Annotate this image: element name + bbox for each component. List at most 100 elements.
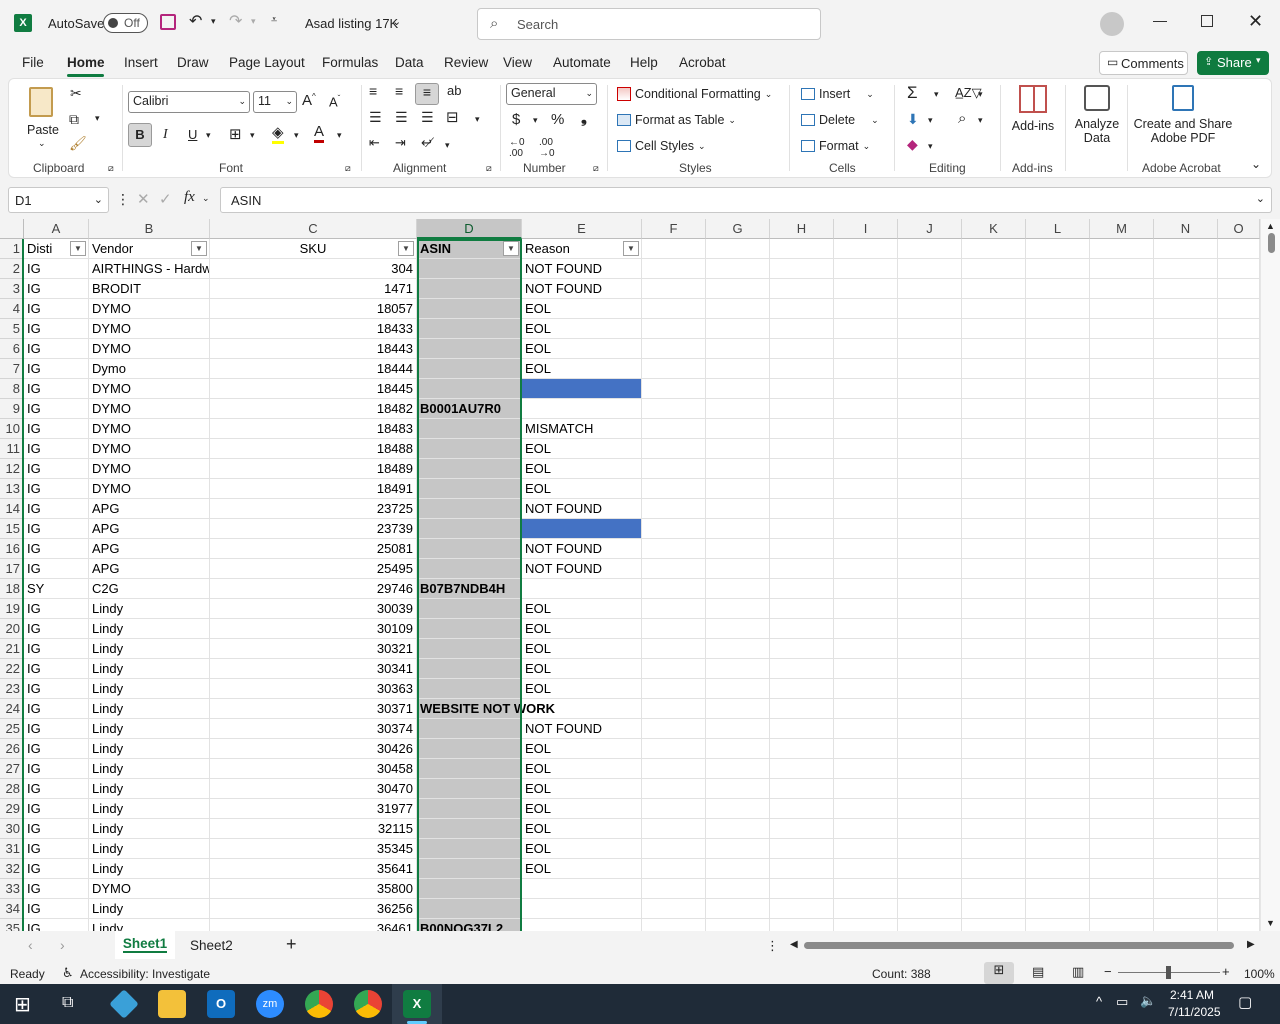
empty-cell[interactable] — [962, 539, 1026, 559]
cell-reason[interactable]: EOL — [522, 759, 642, 779]
empty-cell[interactable] — [898, 599, 962, 619]
empty-cell[interactable] — [898, 439, 962, 459]
percent-icon[interactable]: % — [551, 111, 564, 128]
empty-cell[interactable] — [1218, 559, 1260, 579]
column-header-c[interactable]: C — [210, 219, 417, 239]
cell-sku[interactable]: 18443 — [210, 339, 417, 359]
empty-cell[interactable] — [1026, 399, 1090, 419]
cell-sku[interactable]: 304 — [210, 259, 417, 279]
empty-cell[interactable] — [834, 879, 898, 899]
windows-start-icon[interactable]: ⊞ — [14, 992, 31, 1017]
comments-button[interactable]: ▭ Comments — [1099, 51, 1188, 75]
empty-cell[interactable] — [642, 819, 706, 839]
cell-sku[interactable]: 30039 — [210, 599, 417, 619]
increase-decimal-icon[interactable]: ←0.00 — [509, 137, 525, 159]
empty-cell[interactable] — [1026, 679, 1090, 699]
empty-cell[interactable] — [1218, 319, 1260, 339]
empty-cell[interactable] — [1218, 479, 1260, 499]
row-header[interactable]: 33 — [0, 879, 24, 899]
empty-cell[interactable] — [1026, 439, 1090, 459]
empty-cell[interactable] — [770, 559, 834, 579]
find-select-dropdown-icon[interactable]: ▾ — [978, 115, 983, 126]
empty-cell[interactable] — [1090, 499, 1154, 519]
decrease-decimal-icon[interactable]: .00 →0 — [539, 137, 555, 159]
empty-cell[interactable] — [770, 719, 834, 739]
cell-vendor[interactable]: APG — [89, 519, 210, 539]
cell-disti[interactable]: IG — [24, 399, 89, 419]
row-header[interactable]: 6 — [0, 339, 24, 359]
row-header[interactable]: 35 — [0, 919, 24, 931]
empty-cell[interactable] — [1218, 659, 1260, 679]
cell-sku[interactable]: 18489 — [210, 459, 417, 479]
paste-button[interactable]: Paste ⌄ — [27, 85, 59, 148]
empty-cell[interactable] — [1026, 699, 1090, 719]
cell-reason[interactable]: EOL — [522, 659, 642, 679]
empty-cell[interactable] — [706, 619, 770, 639]
empty-cell[interactable] — [1026, 619, 1090, 639]
empty-cell[interactable] — [834, 779, 898, 799]
column-header-e[interactable]: E — [522, 219, 642, 239]
cell-reason[interactable]: EOL — [522, 739, 642, 759]
cell-vendor[interactable]: Lindy — [89, 779, 210, 799]
empty-cell[interactable] — [770, 239, 834, 259]
empty-cell[interactable] — [962, 599, 1026, 619]
empty-cell[interactable] — [1090, 579, 1154, 599]
empty-cell[interactable] — [1090, 419, 1154, 439]
empty-cell[interactable] — [834, 799, 898, 819]
empty-cell[interactable] — [1154, 839, 1218, 859]
empty-cell[interactable] — [1026, 459, 1090, 479]
empty-cell[interactable] — [1026, 819, 1090, 839]
cell-vendor[interactable]: C2G — [89, 579, 210, 599]
cell-sku[interactable]: 18057 — [210, 299, 417, 319]
delete-cells-button[interactable]: Delete ⌄ — [801, 113, 879, 127]
autosave-toggle[interactable]: Off — [103, 13, 148, 33]
empty-cell[interactable] — [1090, 779, 1154, 799]
empty-cell[interactable] — [898, 539, 962, 559]
empty-cell[interactable] — [1026, 519, 1090, 539]
empty-cell[interactable] — [834, 559, 898, 579]
font-color-dropdown-icon[interactable]: ▾ — [337, 130, 342, 141]
empty-cell[interactable] — [1154, 739, 1218, 759]
empty-cell[interactable] — [1218, 679, 1260, 699]
empty-cell[interactable] — [1090, 259, 1154, 279]
empty-cell[interactable] — [898, 659, 962, 679]
row-header[interactable]: 24 — [0, 699, 24, 719]
cell-vendor[interactable]: DYMO — [89, 319, 210, 339]
empty-cell[interactable] — [1090, 819, 1154, 839]
empty-cell[interactable] — [642, 639, 706, 659]
cell-asin[interactable] — [417, 739, 522, 759]
file-explorer-icon[interactable] — [158, 990, 186, 1018]
tab-help[interactable]: Help — [630, 55, 658, 70]
undo-icon[interactable]: ↶ — [189, 11, 202, 31]
align-middle-icon[interactable]: ≡ — [395, 83, 403, 99]
empty-cell[interactable] — [898, 619, 962, 639]
cell-asin[interactable] — [417, 259, 522, 279]
empty-cell[interactable] — [962, 839, 1026, 859]
cell-reason[interactable] — [522, 379, 642, 399]
cell-reason[interactable]: EOL — [522, 359, 642, 379]
empty-cell[interactable] — [834, 299, 898, 319]
empty-cell[interactable] — [962, 659, 1026, 679]
name-box[interactable]: D1 ⌄ — [8, 187, 109, 213]
cell-disti[interactable]: IG — [24, 919, 89, 931]
cell-sku[interactable]: 30321 — [210, 639, 417, 659]
empty-cell[interactable] — [1154, 919, 1218, 931]
empty-cell[interactable] — [1154, 699, 1218, 719]
empty-cell[interactable] — [1026, 259, 1090, 279]
filter-dropdown-icon[interactable]: ▼ — [398, 241, 414, 256]
cell-sku[interactable]: 36256 — [210, 899, 417, 919]
empty-cell[interactable] — [962, 299, 1026, 319]
filter-dropdown-icon[interactable]: ▼ — [70, 241, 86, 256]
tab-formulas[interactable]: Formulas — [322, 55, 378, 70]
cell-sku[interactable]: 30470 — [210, 779, 417, 799]
cell-sku[interactable]: 30458 — [210, 759, 417, 779]
empty-cell[interactable] — [642, 299, 706, 319]
cell-reason[interactable]: NOT FOUND — [522, 539, 642, 559]
empty-cell[interactable] — [1154, 879, 1218, 899]
row-header[interactable]: 15 — [0, 519, 24, 539]
empty-cell[interactable] — [898, 779, 962, 799]
empty-cell[interactable] — [1218, 799, 1260, 819]
empty-cell[interactable] — [770, 819, 834, 839]
empty-cell[interactable] — [1026, 879, 1090, 899]
column-header-k[interactable]: K — [962, 219, 1026, 239]
